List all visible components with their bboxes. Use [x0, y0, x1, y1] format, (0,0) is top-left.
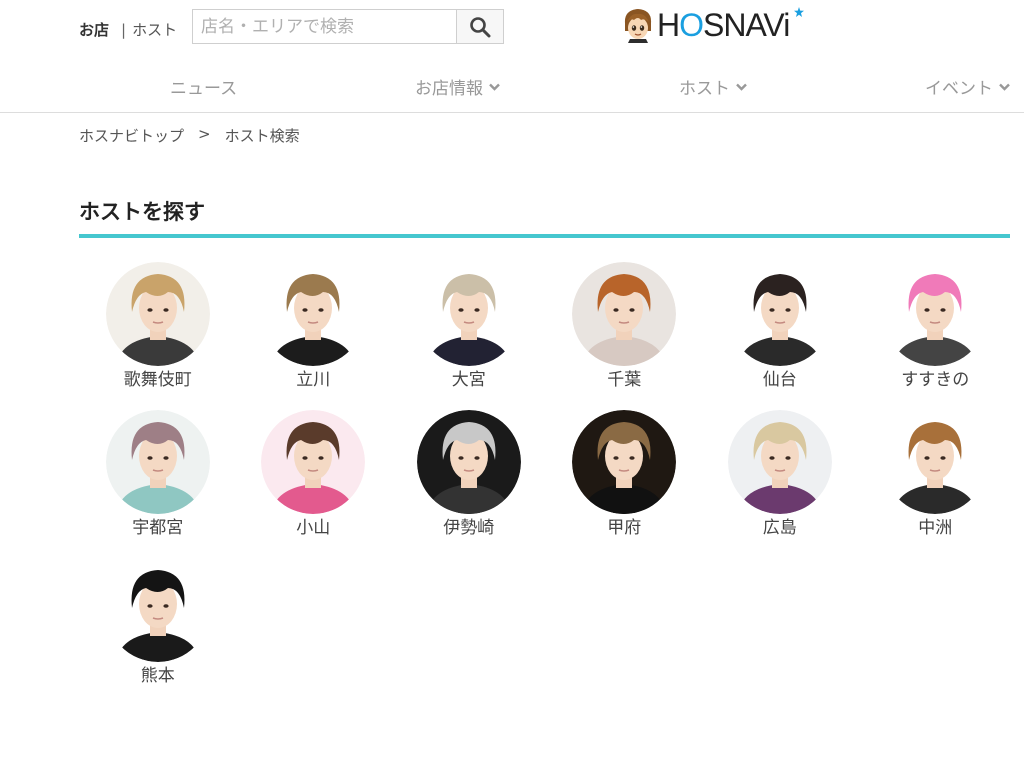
nav-item-news[interactable]: ニュース: [170, 74, 237, 99]
logo-wordmark: HOSNAVi: [657, 7, 790, 43]
area-item[interactable]: 仙台: [702, 262, 858, 390]
section-title-underline: [79, 234, 1010, 238]
area-name: すすきの: [901, 370, 970, 390]
area-name: 中洲: [918, 518, 953, 538]
search-input[interactable]: [193, 10, 456, 43]
host-avatar[interactable]: [572, 410, 677, 514]
host-mode-link[interactable]: ホスト: [132, 19, 177, 40]
host-avatar[interactable]: [105, 558, 210, 662]
area-item[interactable]: 歌舞伎町: [80, 262, 236, 390]
area-item[interactable]: 小山: [236, 410, 392, 538]
mode-separator: |: [121, 20, 127, 39]
nav-item-event[interactable]: イベント: [925, 74, 1010, 99]
host-avatar[interactable]: [416, 410, 521, 514]
host-avatar[interactable]: [416, 262, 521, 366]
host-avatar[interactable]: [727, 262, 832, 366]
host-avatar[interactable]: [727, 410, 832, 514]
host-avatar[interactable]: [261, 262, 366, 366]
area-item[interactable]: 熊本: [80, 558, 236, 686]
breadcrumb-home-link[interactable]: ホスナビトップ: [79, 125, 184, 146]
breadcrumb: ホスナビトップ > ホスト検索: [79, 125, 300, 146]
area-name: 大宮: [451, 370, 486, 390]
host-avatar[interactable]: [883, 262, 988, 366]
area-item[interactable]: 千葉: [547, 262, 703, 390]
area-item[interactable]: すすきの: [858, 262, 1014, 390]
area-name: 甲府: [607, 518, 642, 538]
logo-letter-h: H: [657, 7, 680, 43]
shop-mode-link[interactable]: お店: [79, 19, 109, 40]
area-name: 広島: [762, 518, 797, 538]
nav-item-shop-info[interactable]: お店情報: [415, 74, 500, 99]
area-name: 伊勢崎: [443, 518, 495, 538]
host-avatar[interactable]: [105, 410, 210, 514]
area-item[interactable]: 中洲: [858, 410, 1014, 538]
breadcrumb-current: ホスト検索: [224, 127, 300, 145]
area-item[interactable]: 伊勢崎: [391, 410, 547, 538]
area-name: 小山: [296, 518, 331, 538]
host-avatar[interactable]: [261, 410, 366, 514]
mascot-icon: [624, 9, 652, 43]
area-name: 熊本: [140, 666, 175, 686]
area-name: 仙台: [762, 370, 797, 390]
nav-item-label: イベント: [925, 79, 993, 99]
search-box: [192, 9, 504, 44]
hosnavi-logo[interactable]: HOSNAVi: [622, 7, 804, 43]
area-name: 宇都宮: [132, 518, 184, 538]
area-item[interactable]: 立川: [236, 262, 392, 390]
area-name: 立川: [296, 370, 331, 390]
area-item[interactable]: 宇都宮: [80, 410, 236, 538]
search-button[interactable]: [456, 10, 503, 43]
chevron-down-icon: [999, 83, 1010, 91]
nav-item-label: お店情報: [415, 79, 483, 99]
nav-item-label: ニュース: [170, 79, 238, 99]
host-avatar[interactable]: [883, 410, 988, 514]
logo-letters-rest: SNAVi: [703, 7, 790, 43]
nav-item-label: ホスト: [679, 79, 730, 99]
logo-star-icon: [794, 7, 804, 17]
area-item[interactable]: 大宮: [391, 262, 547, 390]
host-avatar[interactable]: [572, 262, 677, 366]
host-avatar[interactable]: [105, 262, 210, 366]
site-mode-toggle: お店 | ホスト: [79, 19, 177, 40]
breadcrumb-separator: >: [198, 125, 211, 143]
section-title: ホストを探す: [79, 200, 205, 224]
chevron-down-icon: [489, 83, 500, 91]
nav-item-host[interactable]: ホスト: [679, 74, 747, 99]
area-grid: 歌舞伎町 立川 大宮 千葉 仙台 すすきの宇都宮 小山 伊勢崎 甲府 広島 中洲熊本: [80, 262, 1014, 686]
search-icon: [470, 16, 491, 37]
area-name: 歌舞伎町: [123, 370, 192, 390]
chevron-down-icon: [736, 83, 747, 91]
area-name: 千葉: [607, 370, 642, 390]
area-item[interactable]: 広島: [702, 410, 858, 538]
logo-letter-o: O: [679, 7, 704, 43]
main-nav: ニュース お店情報 ホスト イベント: [0, 60, 1024, 113]
area-item[interactable]: 甲府: [547, 410, 703, 538]
